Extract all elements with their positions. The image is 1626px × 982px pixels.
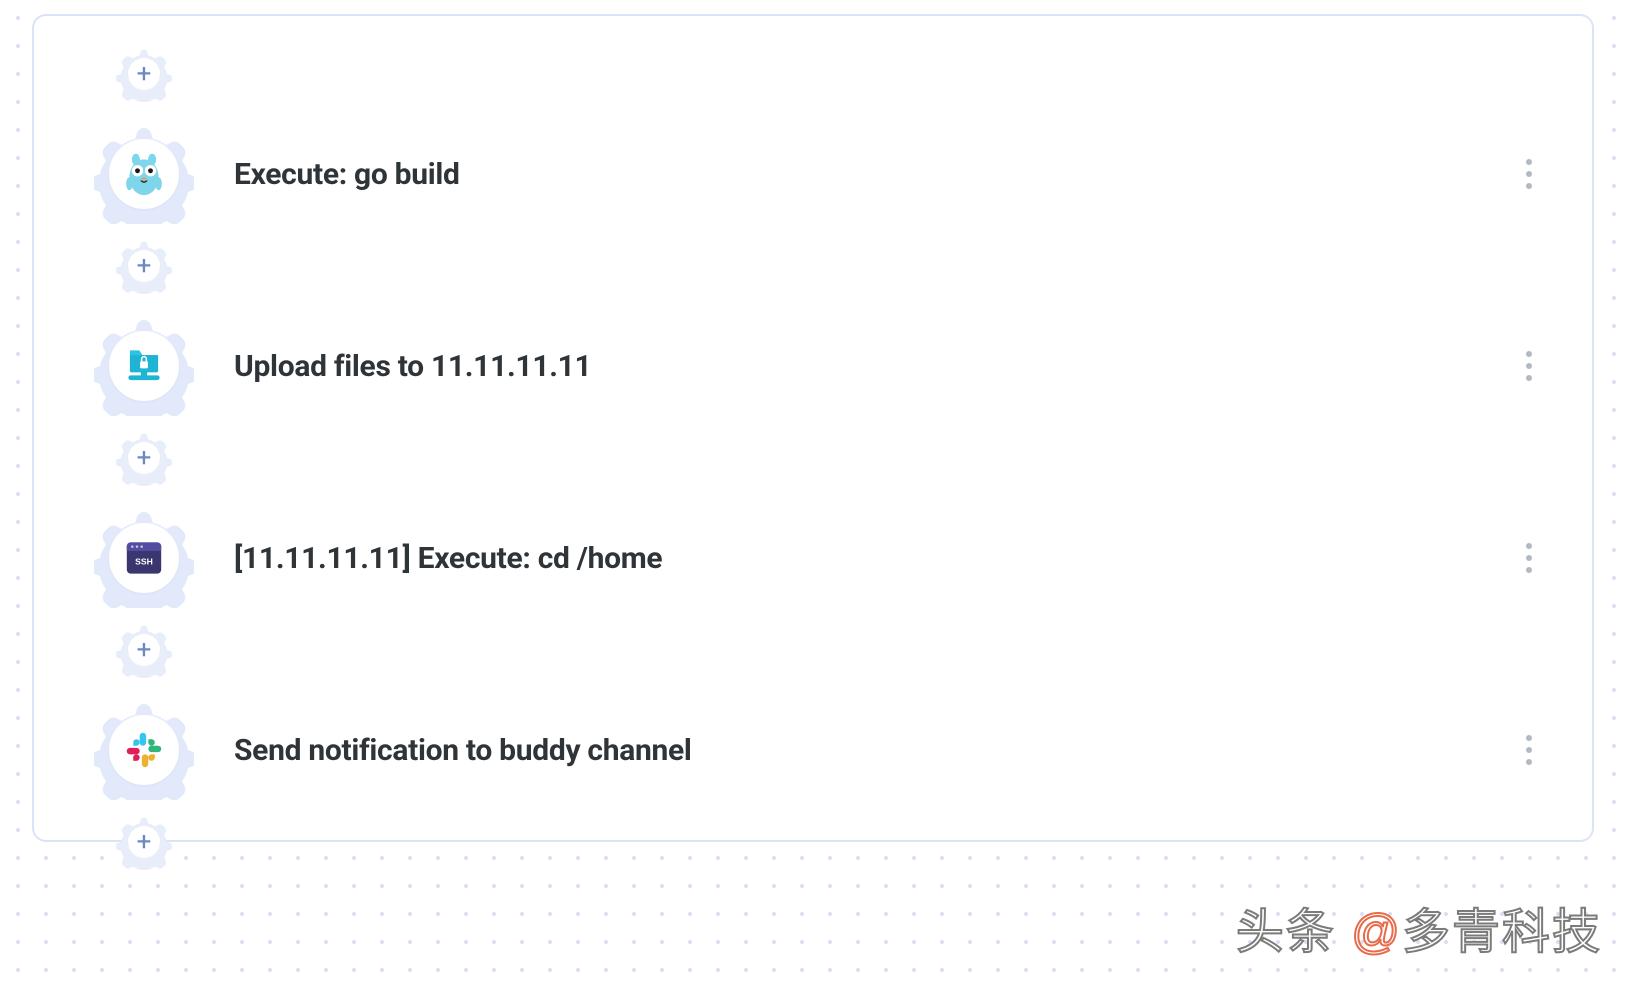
step-icon-wrap: SSH — [109, 523, 179, 593]
gopher-icon — [118, 148, 170, 200]
step-icon-wrap — [109, 715, 179, 785]
add-step-row: + — [94, 622, 1552, 678]
add-step-row: + — [94, 46, 1552, 102]
watermark-name: 多青科技 — [1402, 906, 1602, 959]
plus-icon: + — [128, 826, 160, 858]
pipeline-panel: + — [32, 14, 1594, 842]
pipeline-column: + — [94, 46, 1552, 892]
plus-icon: + — [128, 250, 160, 282]
step-icon-wrap — [109, 331, 179, 401]
add-step-button[interactable]: + — [116, 814, 172, 870]
step-label: Send notification to buddy channel — [234, 733, 692, 768]
step-gear — [94, 700, 194, 800]
step-label: Execute: go build — [234, 157, 460, 192]
step-more-menu[interactable] — [1516, 725, 1542, 775]
step-more-menu[interactable] — [1516, 533, 1542, 583]
step-gear: SSH — [94, 508, 194, 608]
watermark-prefix: 头条 — [1236, 906, 1336, 959]
watermark-at: @ — [1351, 906, 1402, 959]
step-more-menu[interactable] — [1516, 149, 1542, 199]
svg-text:SSH: SSH — [135, 556, 153, 566]
add-step-button[interactable]: + — [116, 238, 172, 294]
pipeline-step[interactable]: Execute: go build — [94, 124, 1552, 224]
watermark: 头条 @多青科技 — [1236, 892, 1602, 962]
step-icon-wrap — [109, 139, 179, 209]
step-label: Upload files to 11.11.11.11 — [234, 349, 591, 384]
pipeline-step[interactable]: Send notification to buddy channel — [94, 700, 1552, 800]
step-gear — [94, 124, 194, 224]
upload-lock-icon — [119, 341, 169, 391]
add-step-row: + — [94, 814, 1552, 870]
plus-icon: + — [128, 442, 160, 474]
add-step-button[interactable]: + — [116, 430, 172, 486]
step-more-menu[interactable] — [1516, 341, 1542, 391]
pipeline-step[interactable]: Upload files to 11.11.11.11 — [94, 316, 1552, 416]
add-step-row: + — [94, 430, 1552, 486]
add-step-button[interactable]: + — [116, 46, 172, 102]
step-gear — [94, 316, 194, 416]
plus-icon: + — [128, 634, 160, 666]
add-step-button[interactable]: + — [116, 622, 172, 678]
pipeline-step[interactable]: SSH [11.11.11.11] Execute: cd /home — [94, 508, 1552, 608]
step-label: [11.11.11.11] Execute: cd /home — [234, 541, 662, 576]
slack-icon — [121, 727, 167, 773]
add-step-row: + — [94, 238, 1552, 294]
plus-icon: + — [128, 58, 160, 90]
ssh-terminal-icon: SSH — [119, 533, 169, 583]
